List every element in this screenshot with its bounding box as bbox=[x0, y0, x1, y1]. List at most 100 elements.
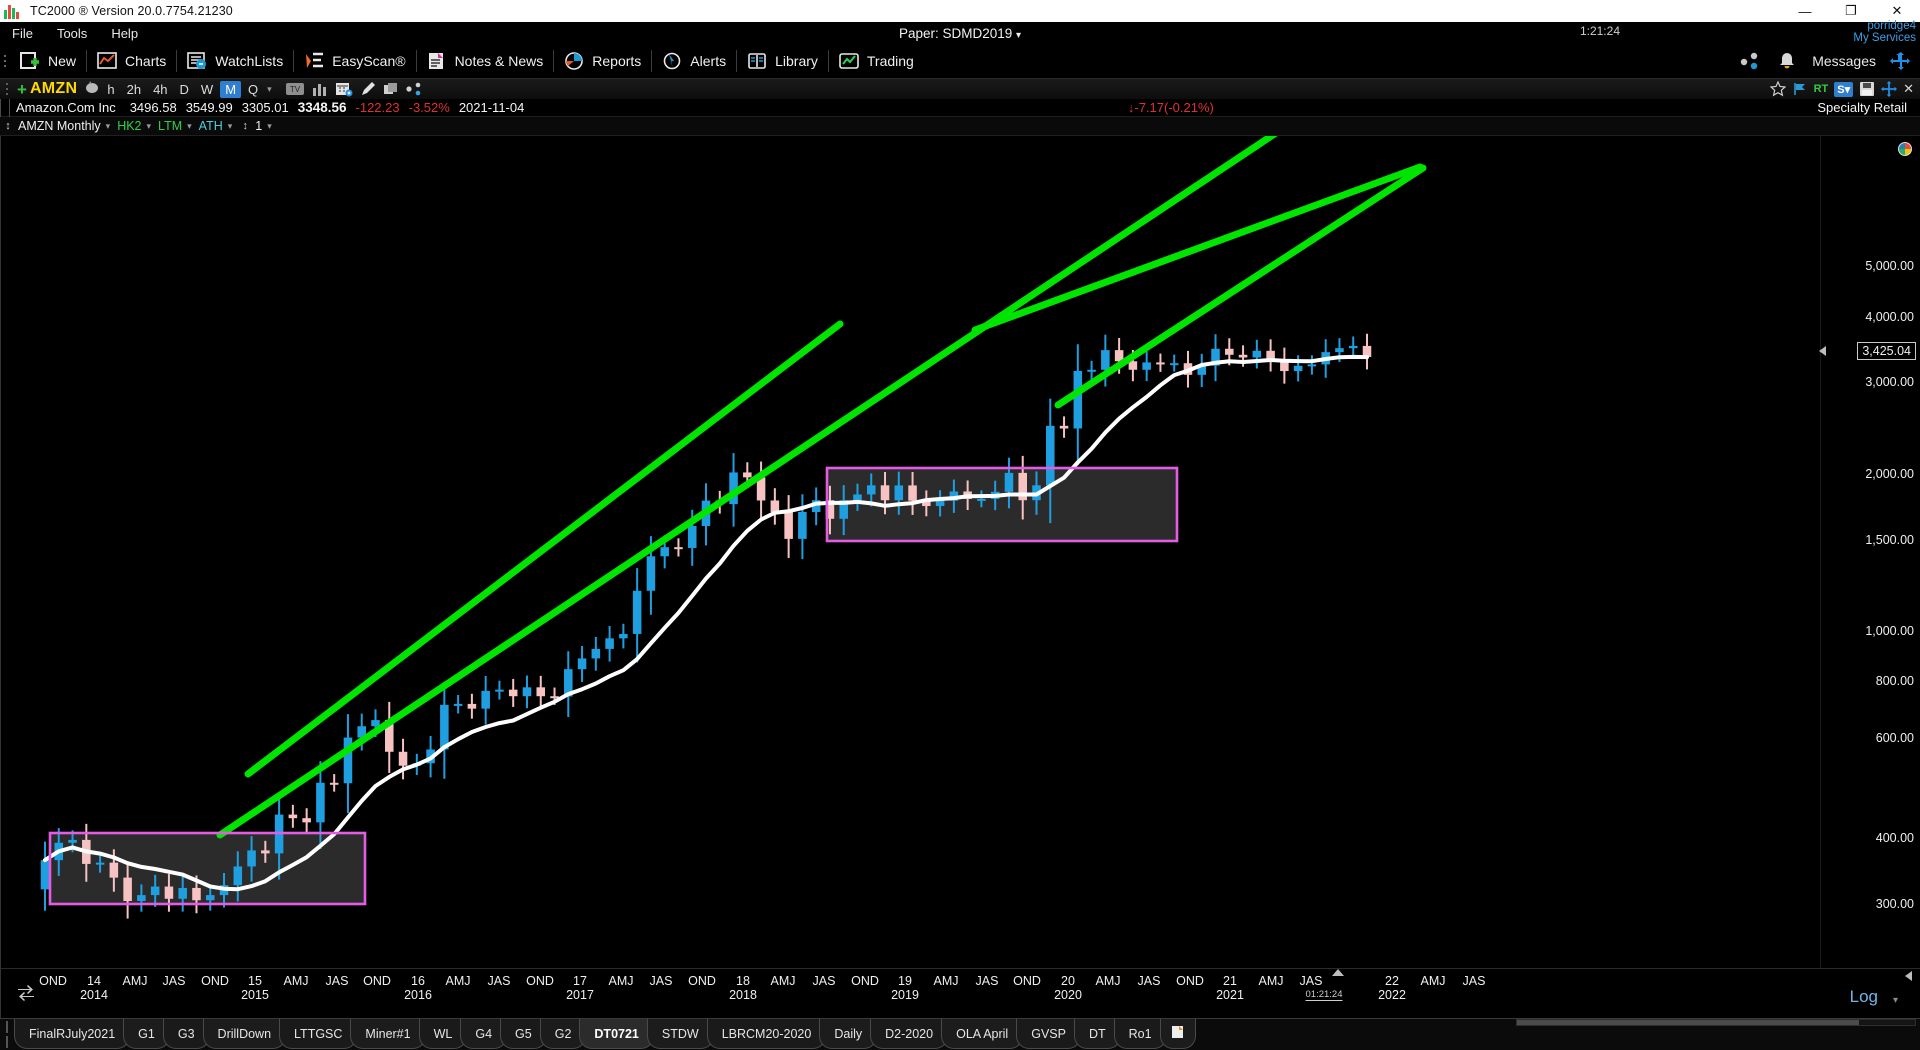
quote-bar-handle[interactable] bbox=[0, 98, 10, 117]
workspace-tabs: FinalRJuly2021 G1 G3 DrillDown LTTGSC Miner#1… bbox=[14, 1019, 1196, 1050]
pencil-draw-icon[interactable] bbox=[360, 81, 376, 97]
scale-chevron-down-icon[interactable]: ▾ bbox=[225, 121, 238, 132]
symbol-bar-drag-handle[interactable] bbox=[0, 79, 14, 100]
scale-ath[interactable]: ATH bbox=[197, 119, 225, 133]
menu-item-tools[interactable]: Tools bbox=[45, 24, 99, 43]
toolbar-button-alerts[interactable]: Alerts bbox=[652, 44, 736, 78]
price-axis[interactable]: 3,425.04 5,000.00 4,000.00 3,000.00 2,00… bbox=[1819, 136, 1920, 968]
period-ltm[interactable]: LTM bbox=[156, 119, 184, 133]
volume-bars-icon[interactable] bbox=[312, 81, 328, 97]
log-chevron-down-icon[interactable]: ▾ bbox=[1893, 995, 1898, 1006]
time-axis-tick: AMJ bbox=[933, 974, 959, 988]
my-services-link[interactable]: My Services bbox=[1853, 32, 1916, 44]
toolbar-drag-handle[interactable] bbox=[0, 44, 10, 78]
workspace-tab-finalrjuly2021[interactable]: FinalRJuly2021 bbox=[14, 1019, 131, 1049]
current-price-marker[interactable]: 3,425.04 bbox=[1857, 342, 1916, 360]
flag-icon[interactable] bbox=[1792, 81, 1808, 97]
scale-badge[interactable]: S▾ bbox=[1834, 81, 1854, 97]
messages-button[interactable]: Messages bbox=[1812, 53, 1876, 69]
workspace-tab-label: LTTGSC bbox=[294, 1026, 343, 1041]
period-chevron-down-icon[interactable]: ▾ bbox=[184, 121, 197, 132]
color-palette-icon[interactable] bbox=[1898, 142, 1912, 156]
timeframe-h[interactable]: h bbox=[102, 81, 119, 98]
move-cross-icon[interactable] bbox=[1881, 81, 1898, 97]
save-disk-icon[interactable] bbox=[1859, 81, 1875, 97]
chart-plot-area[interactable] bbox=[15, 136, 1820, 968]
layers-icon[interactable] bbox=[383, 81, 399, 97]
time-axis-tick: OND bbox=[1176, 974, 1204, 988]
chart-title-chevron-down-icon[interactable]: ▾ bbox=[103, 121, 116, 132]
new-tab-button[interactable] bbox=[1159, 1019, 1196, 1049]
minimize-button[interactable]: — bbox=[1782, 0, 1828, 22]
menu-item-file[interactable]: File bbox=[0, 24, 45, 43]
chart-title[interactable]: AMZN Monthly bbox=[16, 119, 103, 133]
toolbar-button-charts[interactable]: Charts bbox=[87, 44, 176, 78]
close-button[interactable]: ✕ bbox=[1874, 0, 1920, 22]
toolbar-button-new[interactable]: New bbox=[10, 44, 86, 78]
scrollbar-thumb[interactable] bbox=[1517, 1020, 1860, 1025]
svg-text:TV: TV bbox=[290, 85, 301, 94]
workspace-tab-stdw[interactable]: STDW bbox=[646, 1019, 714, 1049]
paper-account-selector[interactable]: Paper: SDMD2019 ▾ bbox=[899, 26, 1021, 41]
add-symbol-button[interactable]: + bbox=[14, 81, 30, 98]
menu-item-help[interactable]: Help bbox=[99, 24, 150, 43]
trade-hand-icon[interactable] bbox=[83, 79, 101, 99]
user-account-block[interactable]: porridge4 My Services bbox=[1853, 20, 1916, 44]
time-axis[interactable]: OND 14 2014 AMJ JAS OND 15 2015 AMJ JAS OND 16 2016 A… bbox=[0, 968, 1920, 1018]
horizontal-scrollbar[interactable] bbox=[1516, 1019, 1916, 1026]
timeframe-d[interactable]: D bbox=[175, 81, 194, 98]
notification-bell-icon[interactable] bbox=[1776, 51, 1798, 71]
maximize-button[interactable]: ❐ bbox=[1828, 0, 1874, 22]
workspace-tab-daily[interactable]: Daily bbox=[819, 1019, 878, 1049]
time-axis-tick: JAS bbox=[325, 974, 349, 988]
toolbar-button-watchlists[interactable]: WatchLists bbox=[177, 44, 293, 78]
timeframe-4h[interactable]: 4h bbox=[148, 81, 172, 98]
calendar-add-icon[interactable] bbox=[335, 81, 353, 97]
workspace-tab-drilldown[interactable]: DrillDown bbox=[202, 1019, 287, 1049]
indicator-hk2[interactable]: HK2 bbox=[115, 119, 143, 133]
symbol-ticker[interactable]: AMZN bbox=[30, 80, 83, 98]
favorite-star-icon[interactable] bbox=[1769, 80, 1786, 97]
workspace-tab-dt0721[interactable]: DT0721 bbox=[579, 1019, 654, 1049]
time-axis-tick: JAS bbox=[1462, 974, 1486, 988]
symbol-bar-status-icons: RT S▾ ✕ bbox=[1769, 80, 1920, 97]
timeframe-2h[interactable]: 2h bbox=[122, 81, 146, 98]
swap-arrows-icon[interactable] bbox=[17, 985, 35, 1005]
toolbar-button-easyscan[interactable]: EasyScan® bbox=[294, 44, 415, 78]
log-scale-button[interactable]: Log bbox=[1850, 987, 1878, 1007]
timeframe-chevron-down-icon[interactable]: ▾ bbox=[264, 84, 277, 95]
cursor-up-triangle-icon bbox=[1332, 969, 1344, 976]
count-chevron-down-icon[interactable]: ▾ bbox=[264, 121, 277, 132]
timeframe-w[interactable]: W bbox=[196, 81, 218, 98]
chart-settings-bar: ↕ AMZN Monthly ▾ HK2 ▾ LTM ▾ ATH ▾ ↕ 1 ▾ bbox=[0, 117, 1920, 136]
quote-low: 3305.01 bbox=[241, 100, 289, 115]
workspace-tab-d2-2020[interactable]: D2-2020 bbox=[870, 1019, 949, 1049]
close-symbol-button[interactable]: ✕ bbox=[1903, 81, 1914, 97]
chart-resize-handle[interactable]: ↕ bbox=[0, 120, 16, 132]
reports-icon bbox=[564, 51, 586, 71]
new-tab-icon bbox=[1171, 1025, 1185, 1042]
toolbar-button-library[interactable]: Library bbox=[737, 44, 828, 78]
workspace-tab-ola-april[interactable]: OLA April bbox=[941, 1019, 1024, 1049]
tab-bar-drag-handle[interactable] bbox=[0, 1019, 14, 1049]
price-chart[interactable]: 3,425.04 5,000.00 4,000.00 3,000.00 2,00… bbox=[0, 136, 1920, 968]
chart-count[interactable]: 1 bbox=[253, 119, 264, 133]
toolbar-button-notes-news[interactable]: Notes & News bbox=[417, 44, 554, 78]
timeframe-q[interactable]: Q bbox=[243, 81, 263, 98]
tc2000-application-window: TC2000 ® Version 20.0.7754.21230 — ❐ ✕ F… bbox=[0, 0, 1920, 1050]
share-symbol-icon[interactable] bbox=[406, 81, 422, 97]
toolbar-button-reports[interactable]: Reports bbox=[554, 44, 651, 78]
workspace-tab-gvsp[interactable]: GVSP bbox=[1016, 1019, 1081, 1049]
time-axis-tick: OND bbox=[851, 974, 879, 988]
tv-icon[interactable]: TV bbox=[285, 81, 305, 97]
indicator-chevron-down-icon[interactable]: ▾ bbox=[144, 121, 157, 132]
workspace-tab-lttgsc[interactable]: LTTGSC bbox=[279, 1019, 358, 1049]
count-resize-handle[interactable]: ↕ bbox=[237, 120, 253, 132]
share-nodes-icon[interactable] bbox=[1740, 51, 1762, 71]
workspace-tab-lbrcm20-2020[interactable]: LBRCM20-2020 bbox=[706, 1019, 827, 1049]
workspace-tab-miner-1[interactable]: Miner#1 bbox=[350, 1019, 426, 1049]
timeframe-m[interactable]: M bbox=[220, 80, 242, 98]
toolbar-label-alerts: Alerts bbox=[690, 53, 727, 69]
move-cross-icon[interactable] bbox=[1890, 51, 1912, 71]
toolbar-button-trading[interactable]: Trading bbox=[829, 44, 924, 78]
